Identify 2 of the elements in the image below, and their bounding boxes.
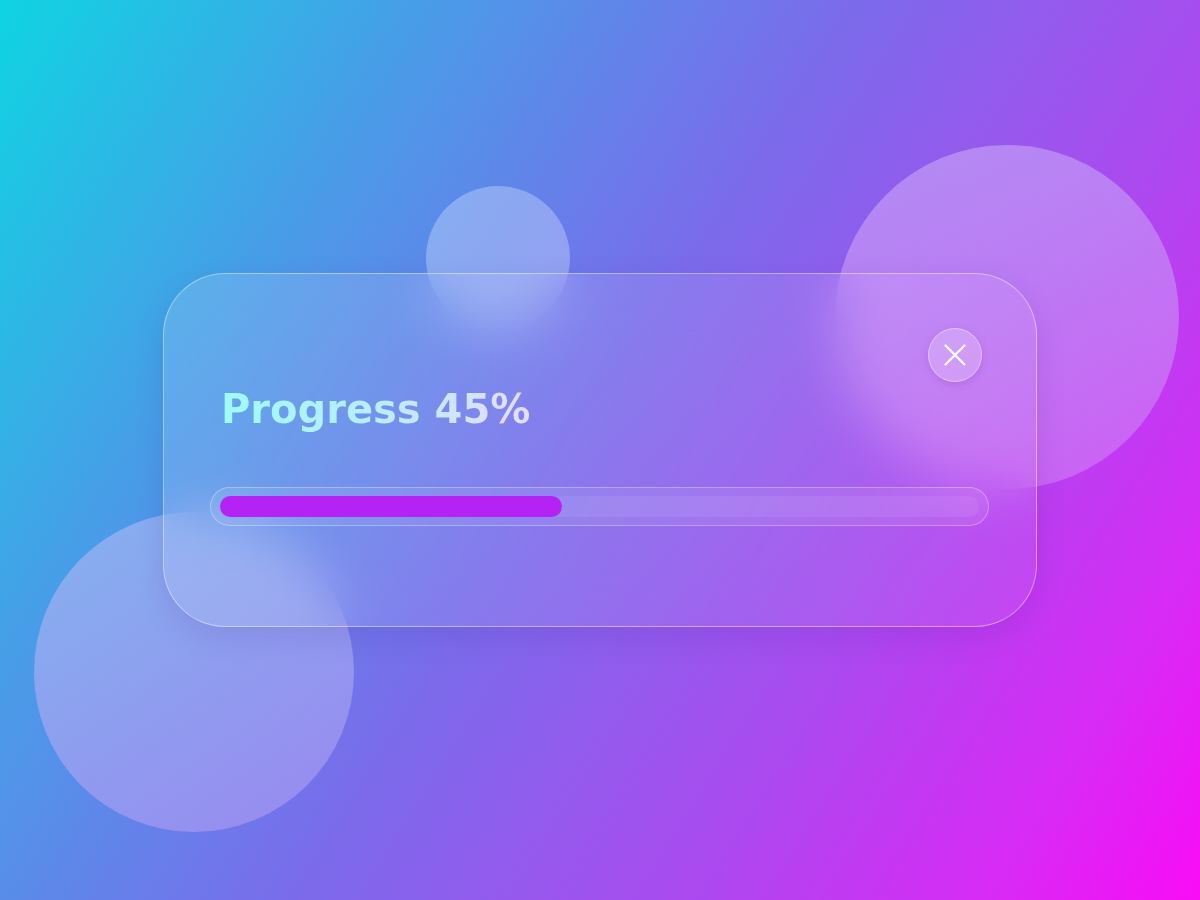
close-button[interactable] bbox=[928, 328, 982, 382]
close-icon bbox=[944, 344, 966, 366]
